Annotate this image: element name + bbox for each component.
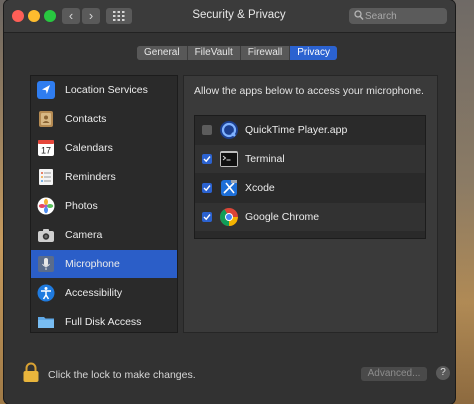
app-row-google-chrome[interactable]: Google Chrome (195, 203, 425, 231)
sidebar-item-label: Microphone (65, 258, 120, 270)
sidebar-item-label: Contacts (65, 113, 107, 125)
app-row-quicktime[interactable]: QuickTime Player.app (195, 116, 425, 144)
checkbox-checked[interactable] (202, 183, 212, 193)
help-button[interactable]: ? (436, 366, 450, 380)
svg-text:17: 17 (41, 146, 51, 156)
sidebar-item-microphone[interactable]: Microphone (31, 250, 177, 278)
minimize-window-button[interactable] (28, 10, 40, 22)
search-field[interactable] (349, 8, 447, 24)
sidebar-item-label: Photos (65, 200, 98, 212)
sidebar-item-full-disk-access[interactable]: Full Disk Access (31, 308, 177, 332)
zoom-window-button[interactable] (44, 10, 56, 22)
checkbox-checked[interactable] (202, 212, 212, 222)
sidebar-item-calendars[interactable]: 17 Calendars (31, 134, 177, 162)
sidebar-item-label: Accessibility (65, 287, 123, 299)
calendar-icon: 17 (37, 139, 55, 157)
microphone-access-prompt: Allow the apps below to access your micr… (194, 85, 424, 97)
checkmark-icon (203, 185, 211, 192)
sidebar-item-label: Calendars (65, 142, 113, 154)
back-button[interactable]: ‹ (62, 8, 80, 24)
sidebar-item-location-services[interactable]: Location Services (31, 76, 177, 104)
reminders-list-icon (37, 168, 55, 186)
sidebar-item-contacts[interactable]: Contacts (31, 105, 177, 133)
accessibility-icon (37, 284, 55, 302)
app-name: Google Chrome (245, 211, 320, 223)
app-name: Terminal (245, 153, 285, 165)
app-name: Xcode (245, 182, 275, 194)
location-arrow-icon (37, 81, 55, 99)
sidebar-item-reminders[interactable]: Reminders (31, 163, 177, 191)
microphone-icon (37, 255, 55, 273)
sidebar-item-photos[interactable]: Photos (31, 192, 177, 220)
tab-firewall[interactable]: Firewall (240, 46, 291, 60)
quicktime-icon (219, 120, 239, 140)
terminal-icon (219, 149, 239, 169)
app-permission-list[interactable]: QuickTime Player.app Terminal Xcode Goog… (194, 115, 426, 239)
sidebar-item-label: Full Disk Access (65, 316, 142, 328)
app-name: QuickTime Player.app (245, 124, 348, 136)
tab-privacy[interactable]: Privacy (290, 46, 337, 60)
tab-general[interactable]: General (137, 46, 188, 60)
contacts-book-icon (37, 110, 55, 128)
window-title: Security & Privacy (192, 9, 286, 21)
close-window-button[interactable] (12, 10, 24, 22)
folder-icon (37, 313, 55, 331)
app-row-xcode[interactable]: Xcode (195, 174, 425, 202)
sidebar-item-label: Reminders (65, 171, 116, 183)
sidebar-item-camera[interactable]: Camera (31, 221, 177, 249)
advanced-button[interactable]: Advanced... (361, 367, 427, 381)
checkbox-checked[interactable] (202, 154, 212, 164)
camera-icon (37, 226, 55, 244)
show-all-button[interactable] (106, 8, 132, 24)
search-icon (354, 10, 364, 20)
app-row-terminal[interactable]: Terminal (195, 145, 425, 173)
lock-icon (23, 362, 39, 382)
lock-hint: Click the lock to make changes. (48, 369, 196, 381)
sidebar-item-label: Camera (65, 229, 103, 241)
partial-app-icon (219, 236, 239, 238)
sidebar-item-label: Location Services (65, 84, 148, 96)
sidebar-item-accessibility[interactable]: Accessibility (31, 279, 177, 307)
checkbox-unchecked[interactable] (202, 125, 212, 135)
forward-button[interactable]: › (82, 8, 100, 24)
chrome-icon (219, 207, 239, 227)
title-bar: ‹ › Security & Privacy (4, 0, 455, 33)
tab-bar: General FileVault Firewall Privacy (137, 46, 337, 60)
privacy-category-list: Location Services Contacts 17 Calendars … (30, 75, 178, 333)
tab-filevault[interactable]: FileVault (187, 46, 241, 60)
xcode-icon (219, 178, 239, 198)
photos-flower-icon (37, 197, 55, 215)
checkmark-icon (203, 214, 211, 221)
app-row-partial (195, 232, 425, 238)
lock-button[interactable] (22, 362, 40, 387)
checkmark-icon (203, 156, 211, 163)
grid-icon (113, 11, 125, 21)
search-input[interactable] (365, 8, 443, 24)
